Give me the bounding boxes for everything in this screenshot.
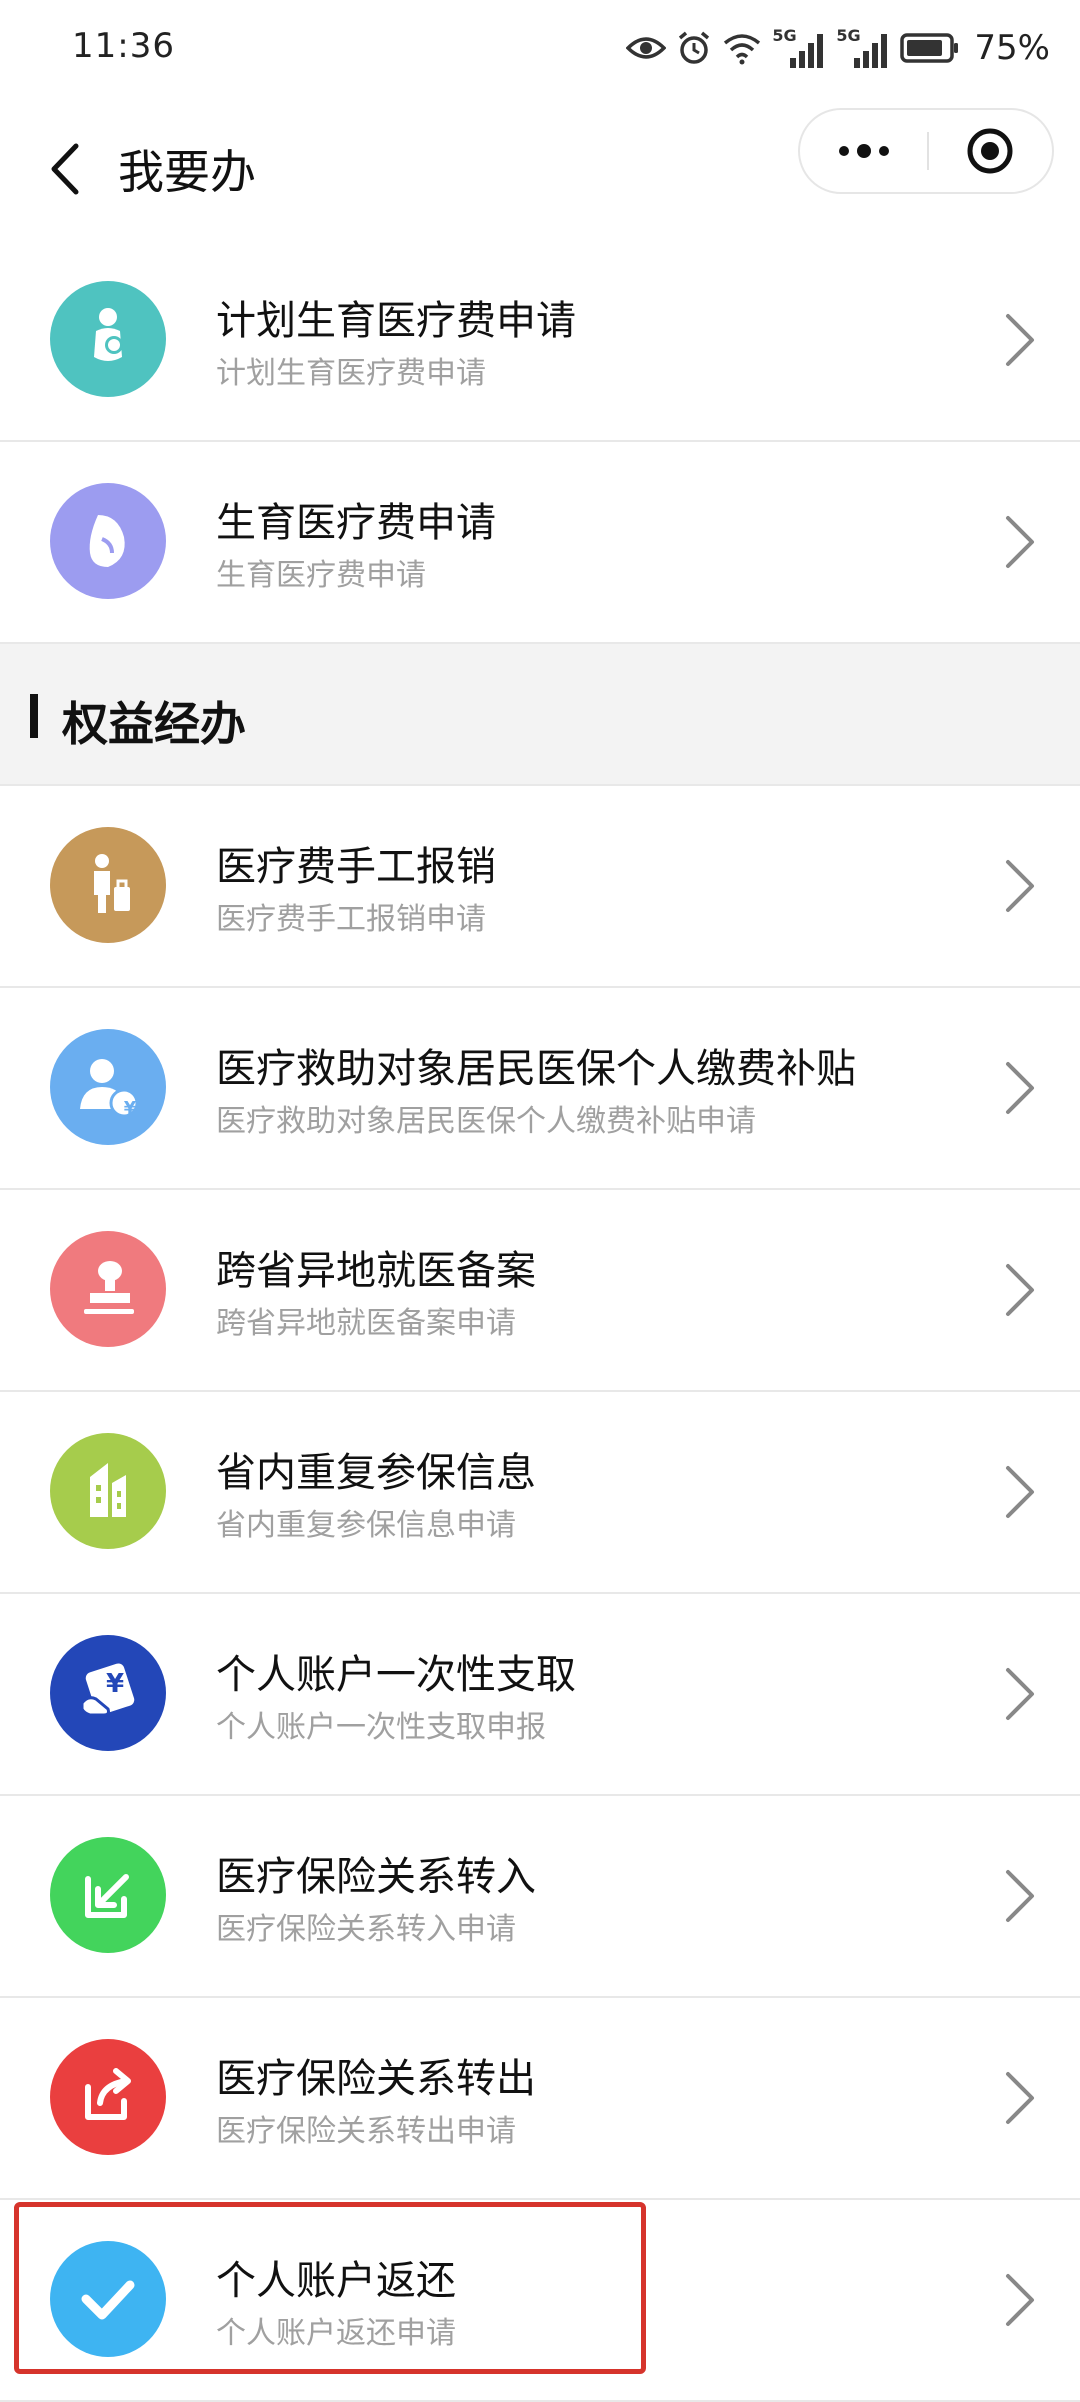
list-item-duplicate-insurance[interactable]: 省内重复参保信息 省内重复参保信息申请	[0, 1392, 1080, 1594]
list-item-transfer-out[interactable]: 医疗保险关系转出 医疗保险关系转出申请	[0, 1998, 1080, 2200]
close-mini-program-button[interactable]	[927, 110, 1052, 192]
chevron-right-icon	[1006, 516, 1034, 568]
status-time: 11:36	[72, 26, 175, 66]
pregnant-woman-icon	[50, 281, 166, 397]
item-title: 计划生育医疗费申请	[216, 298, 576, 344]
battery-icon	[900, 33, 959, 63]
item-title: 个人账户一次性支取	[216, 1652, 576, 1698]
target-icon	[967, 128, 1012, 174]
back-button[interactable]	[30, 124, 100, 214]
signal-2: 5G	[836, 26, 890, 70]
nav-bar: 我要办	[0, 98, 1080, 242]
chevron-right-icon	[1006, 860, 1034, 912]
list-item-transfer-in[interactable]: 医疗保险关系转入 医疗保险关系转入申请	[0, 1796, 1080, 1998]
chevron-right-icon	[1006, 1668, 1034, 1720]
wifi-icon	[724, 34, 761, 65]
pregnant-belly-icon	[50, 483, 166, 599]
section-accent-bar	[30, 694, 38, 738]
hand-card-icon: ¥	[50, 1635, 166, 1751]
item-title: 医疗救助对象居民医保个人缴费补贴	[216, 1046, 856, 1092]
chevron-left-icon	[51, 143, 79, 195]
item-subtitle: 医疗费手工报销申请	[216, 902, 486, 937]
status-icons: 5G 5G 75%	[626, 22, 1050, 74]
alarm-icon	[679, 31, 710, 64]
chevron-right-icon	[1006, 1870, 1034, 1922]
chevron-right-icon	[1006, 1264, 1034, 1316]
list-item-account-refund[interactable]: 个人账户返还 个人账户返还申请	[0, 2200, 1080, 2402]
checkmark-icon	[50, 2241, 166, 2357]
battery-percentage: 75%	[974, 28, 1050, 68]
page-title: 我要办	[118, 145, 256, 199]
item-subtitle: 医疗保险关系转入申请	[216, 1912, 516, 1947]
list-item-cross-province-filing[interactable]: 跨省异地就医备案 跨省异地就医备案申请	[0, 1190, 1080, 1392]
list-item-one-time-withdrawal[interactable]: ¥ 个人账户一次性支取 个人账户一次性支取申报	[0, 1594, 1080, 1796]
yuan-badge: ¥	[123, 1098, 137, 1119]
item-title: 医疗保险关系转出	[216, 2056, 536, 2102]
item-subtitle: 个人账户一次性支取申报	[216, 1710, 546, 1745]
item-title: 生育医疗费申请	[216, 500, 496, 546]
chevron-right-icon	[1006, 2274, 1034, 2326]
section-header-rights: 权益经办	[0, 644, 1080, 786]
item-title: 个人账户返还	[216, 2258, 456, 2304]
item-title: 医疗费手工报销	[216, 844, 496, 890]
signal-icon	[854, 34, 888, 68]
service-list: 计划生育医疗费申请 计划生育医疗费申请 生育医疗费申请 生育医疗费申请 权益经办	[0, 240, 1080, 2402]
item-subtitle: 医疗救助对象居民医保个人缴费补贴申请	[216, 1104, 756, 1139]
traveler-luggage-icon	[50, 827, 166, 943]
item-title: 跨省异地就医备案	[216, 1248, 536, 1294]
eye-icon	[626, 37, 667, 59]
buildings-icon	[50, 1433, 166, 1549]
section-title: 权益经办	[62, 697, 246, 751]
transfer-in-icon	[50, 1837, 166, 1953]
list-item-aid-subsidy[interactable]: ¥ 医疗救助对象居民医保个人缴费补贴 医疗救助对象居民医保个人缴费补贴申请	[0, 988, 1080, 1190]
item-subtitle: 计划生育医疗费申请	[216, 356, 486, 391]
person-yuan-icon: ¥	[50, 1029, 166, 1145]
item-subtitle: 跨省异地就医备案申请	[216, 1306, 516, 1341]
item-title: 省内重复参保信息	[216, 1450, 536, 1496]
list-item-maternity-medical[interactable]: 生育医疗费申请 生育医疗费申请	[0, 442, 1080, 644]
transfer-out-icon	[50, 2039, 166, 2155]
chevron-right-icon	[1006, 1062, 1034, 1114]
chevron-right-icon	[1006, 2072, 1034, 2124]
more-dots-icon	[838, 144, 889, 158]
item-title: 医疗保险关系转入	[216, 1854, 536, 1900]
list-item-family-planning-medical[interactable]: 计划生育医疗费申请 计划生育医疗费申请	[0, 240, 1080, 442]
status-bar: 11:36 5G 5G 75%	[0, 0, 1080, 98]
signal-1: 5G	[772, 26, 826, 70]
mini-program-capsule	[798, 108, 1054, 194]
chevron-right-icon	[1006, 1466, 1034, 1518]
list-item-manual-reimbursement[interactable]: 医疗费手工报销 医疗费手工报销申请	[0, 786, 1080, 988]
item-subtitle: 医疗保险关系转出申请	[216, 2114, 516, 2149]
chevron-right-icon	[1006, 314, 1034, 366]
yuan-badge: ¥	[105, 1669, 125, 1699]
signal-icon	[790, 34, 824, 68]
stamp-icon	[50, 1231, 166, 1347]
item-subtitle: 个人账户返还申请	[216, 2316, 456, 2351]
item-subtitle: 省内重复参保信息申请	[216, 1508, 516, 1543]
more-button[interactable]	[800, 110, 927, 192]
item-subtitle: 生育医疗费申请	[216, 558, 426, 593]
